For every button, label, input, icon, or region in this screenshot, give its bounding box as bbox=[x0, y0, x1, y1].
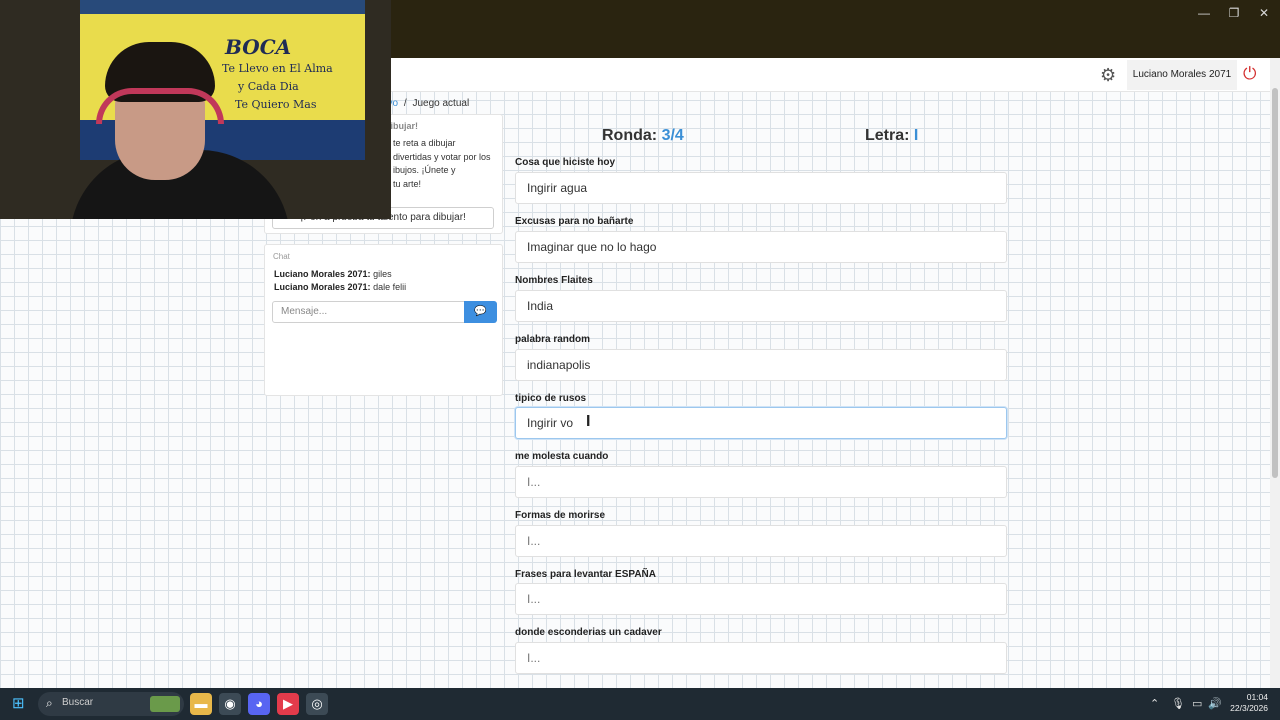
windows-taskbar: ⊞ ⌕ Buscar ▬ ◉ ◕ ▶ ◎ ⌃ 🎙 ▭ 🔊 01:04 22/3/… bbox=[0, 688, 1280, 720]
search-placeholder: Buscar bbox=[62, 697, 94, 708]
breadcrumb-separator: / bbox=[403, 98, 407, 109]
answer-input[interactable]: I... bbox=[515, 642, 1007, 674]
intro-line: tu arte! bbox=[393, 178, 422, 189]
minimize-icon[interactable]: — bbox=[1194, 6, 1214, 20]
clock-date: 22/3/2026 bbox=[1230, 703, 1268, 713]
field-label: Cosa que hiciste hoy bbox=[515, 157, 616, 168]
intro-line: ibujos. ¡Únete y bbox=[393, 165, 456, 175]
chat-send-button[interactable]: 💬 bbox=[464, 301, 497, 323]
scrollbar-thumb[interactable] bbox=[1272, 88, 1278, 478]
field-label: Frases para levantar ESPAÑA bbox=[515, 569, 656, 580]
letter-label: Letra: bbox=[865, 127, 910, 144]
headset-icon bbox=[96, 88, 224, 124]
round-value: 3/4 bbox=[661, 127, 684, 144]
volume-icon[interactable]: 🔊 bbox=[1208, 697, 1222, 710]
field-label: Nombres Flaites bbox=[515, 275, 593, 286]
breadcrumb: evo / Juego actual bbox=[382, 98, 469, 109]
close-icon[interactable]: ✕ bbox=[1254, 6, 1274, 20]
network-icon[interactable]: ▭ bbox=[1192, 697, 1202, 710]
banner-title: BOCA bbox=[225, 35, 292, 59]
text-cursor-icon: I bbox=[586, 413, 591, 430]
field-label: donde esconderias un cadaver bbox=[515, 627, 662, 638]
field-label: Formas de morirse bbox=[515, 510, 606, 521]
restore-icon[interactable]: ❐ bbox=[1224, 6, 1244, 20]
taskbar-search[interactable]: ⌕ Buscar bbox=[38, 692, 184, 716]
answer-input[interactable]: Ingirir agua bbox=[515, 172, 1007, 204]
windows-start-icon[interactable]: ⊞ bbox=[12, 696, 28, 712]
field-label: Excusas para no bañarte bbox=[515, 216, 634, 227]
answer-input[interactable]: I... bbox=[515, 525, 1007, 557]
system-clock[interactable]: 01:04 22/3/2026 bbox=[1224, 692, 1268, 714]
flag-stripe bbox=[80, 0, 365, 14]
chat-panel: Chat Luciano Morales 2071: giles Luciano… bbox=[264, 244, 503, 396]
power-icon[interactable]: ⏻ bbox=[1243, 64, 1256, 84]
intro-text: te reta a dibujar divertidas y votar por… bbox=[393, 137, 498, 191]
banner-line: y Cada Dia bbox=[238, 80, 299, 93]
chat-text: giles bbox=[373, 269, 392, 279]
chat-user: Luciano Morales 2071: bbox=[274, 269, 371, 279]
chrome-icon[interactable]: ◉ bbox=[219, 693, 241, 715]
intro-line: divertidas y votar por los bbox=[393, 151, 491, 162]
search-icon: ⌕ bbox=[46, 696, 53, 710]
field-label: tipico de rusos bbox=[515, 393, 587, 404]
answer-input[interactable]: indianapolis bbox=[515, 349, 1007, 381]
clock-time: 01:04 bbox=[1246, 692, 1268, 702]
user-menu-button[interactable]: Luciano Morales 2071 bbox=[1127, 60, 1237, 90]
breadcrumb-current: Juego actual bbox=[412, 98, 470, 109]
letter-value: I bbox=[913, 127, 919, 144]
chat-title: Chat bbox=[273, 252, 290, 261]
chat-user: Luciano Morales 2071: bbox=[274, 282, 371, 292]
field-label: palabra random bbox=[515, 334, 591, 345]
media-player-icon[interactable]: ▶ bbox=[277, 693, 299, 715]
chat-text: dale felii bbox=[373, 282, 407, 292]
round-label: Ronda: bbox=[602, 127, 658, 144]
answer-input[interactable]: I... bbox=[515, 466, 1007, 498]
app-icon[interactable]: ◎ bbox=[306, 693, 328, 715]
microphone-icon[interactable]: 🎙 bbox=[1171, 697, 1185, 710]
round-indicator: Ronda: 3/4 bbox=[602, 127, 684, 145]
field-label: me molesta cuando bbox=[515, 451, 609, 462]
page-scrollbar[interactable] bbox=[1270, 58, 1280, 688]
answer-input[interactable]: Imaginar que no lo hago bbox=[515, 231, 1007, 263]
answer-input[interactable]: India bbox=[515, 290, 1007, 322]
banner-line: Te Llevo en El Alma bbox=[222, 62, 333, 75]
file-explorer-icon[interactable]: ▬ bbox=[190, 693, 212, 715]
answer-input[interactable]: I... bbox=[515, 583, 1007, 615]
banner-line: Te Quiero Mas bbox=[235, 98, 317, 111]
search-highlight-image bbox=[150, 696, 180, 712]
chat-bubble-icon: 💬 bbox=[474, 306, 487, 317]
chat-message: Luciano Morales 2071: dale felii bbox=[274, 282, 406, 292]
chat-message: Luciano Morales 2071: giles bbox=[274, 269, 392, 279]
webcam-overlay: BOCA Te Llevo en El Alma y Cada Dia Te Q… bbox=[0, 0, 391, 219]
intro-line: te reta a dibujar bbox=[393, 138, 456, 148]
discord-icon[interactable]: ◕ bbox=[248, 693, 270, 715]
letter-indicator: Letra: I bbox=[865, 127, 918, 145]
gear-icon[interactable]: ⚙ bbox=[1100, 65, 1116, 86]
chat-message-input[interactable]: Mensaje... bbox=[272, 301, 465, 323]
chevron-up-icon[interactable]: ⌃ bbox=[1150, 697, 1159, 710]
